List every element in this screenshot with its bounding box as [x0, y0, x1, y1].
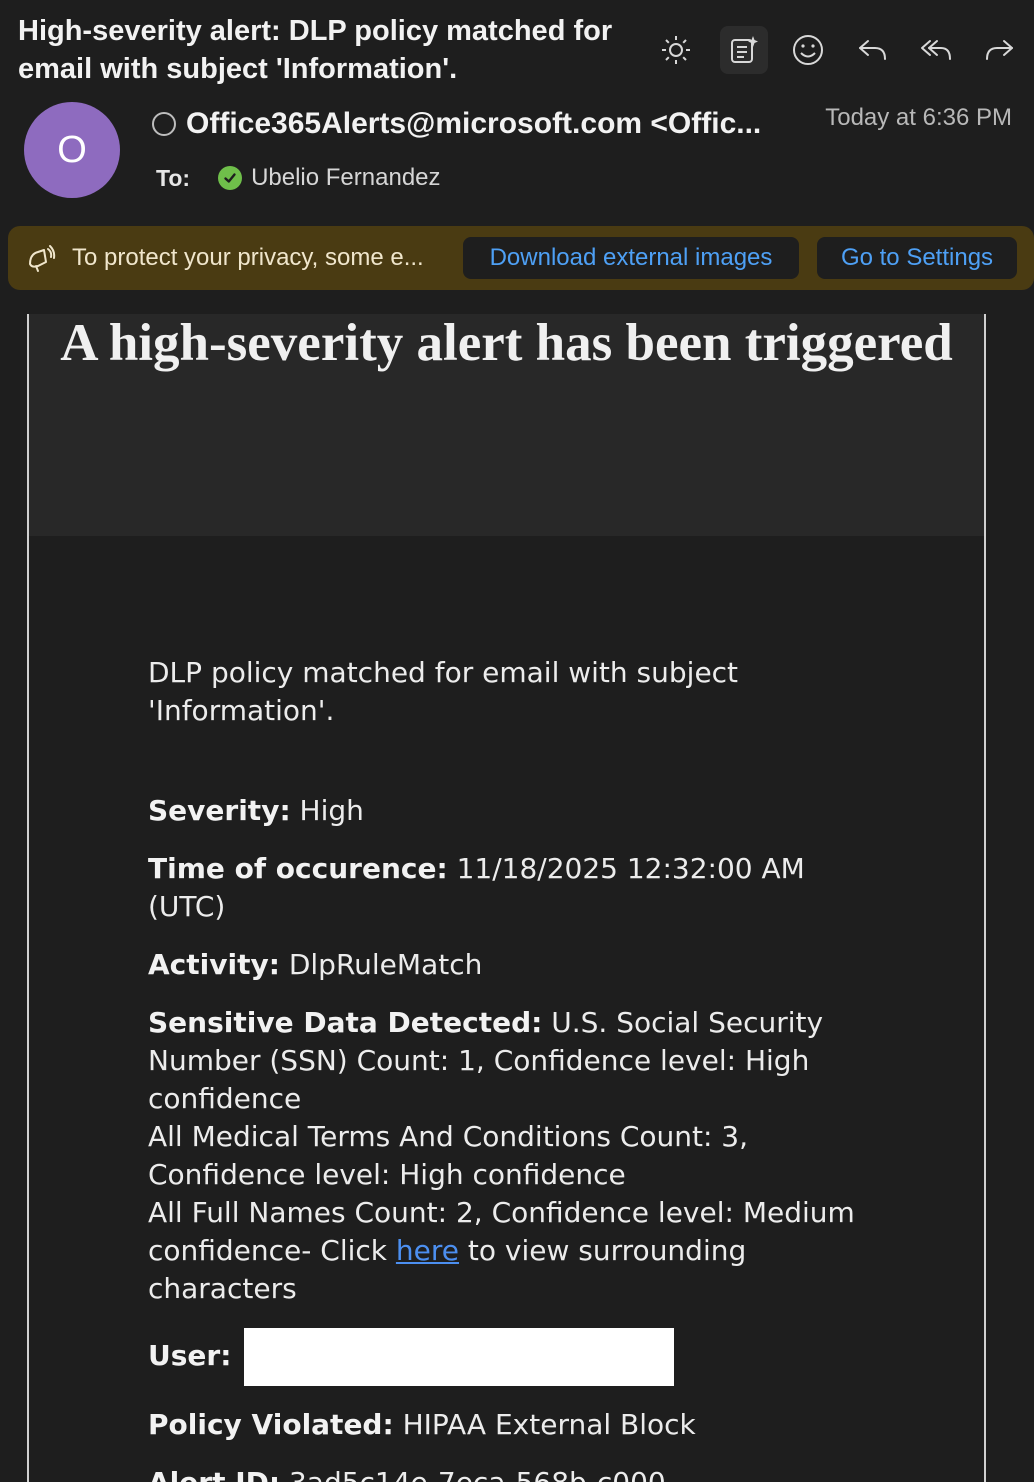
- message-toolbar: [650, 26, 1030, 74]
- message-header: High-severity alert: DLP policy matched …: [0, 0, 1034, 226]
- recipient-name[interactable]: Ubelio Fernandez: [251, 164, 440, 192]
- email-body: A high-severity alert has been triggered…: [27, 314, 986, 1482]
- severity-value: High: [299, 794, 364, 827]
- to-label: To:: [156, 164, 191, 191]
- policy-field: Policy Violated: HIPAA External Block: [148, 1406, 888, 1444]
- alert-id-field: Alert ID: 3ad5c14e-7eca-568b-c000-: [148, 1464, 888, 1482]
- user-label: User:: [148, 1339, 232, 1372]
- view-surrounding-characters-link[interactable]: here: [396, 1234, 459, 1267]
- sender-row: Office365Alerts@microsoft.com <Offic...: [152, 104, 792, 144]
- reply-icon[interactable]: [848, 26, 896, 74]
- status-ring-icon: [152, 112, 176, 136]
- activity-value: DlpRuleMatch: [288, 948, 483, 981]
- redacted-user-value: [244, 1328, 675, 1386]
- privacy-notice-bar: To protect your privacy, some e... Downl…: [8, 226, 1034, 290]
- sender-avatar[interactable]: O: [24, 102, 120, 198]
- recipient-row: To: Ubelio Fernandez: [156, 162, 441, 194]
- policy-value: HIPAA External Block: [402, 1408, 696, 1441]
- message-subject: High-severity alert: DLP policy matched …: [18, 15, 613, 85]
- privacy-shield-icon: [29, 245, 56, 272]
- sender-address[interactable]: Office365Alerts@microsoft.com <Offic...: [186, 107, 761, 141]
- activity-label: Activity:: [148, 948, 280, 981]
- forward-icon[interactable]: [976, 26, 1024, 74]
- download-external-images-button[interactable]: Download external images: [463, 237, 799, 279]
- sensitive-data-label: Sensitive Data Detected:: [148, 1006, 543, 1039]
- brightness-icon[interactable]: [652, 26, 700, 74]
- activity-field: Activity: DlpRuleMatch: [148, 946, 888, 984]
- alert-banner: A high-severity alert has been triggered: [29, 314, 984, 536]
- severity-label: Severity:: [148, 794, 291, 827]
- severity-field: Severity: High: [148, 792, 888, 830]
- alert-details: DLP policy matched for email with subjec…: [148, 654, 888, 1482]
- message-timestamp: Today at 6:36 PM: [825, 104, 1012, 131]
- alert-banner-title: A high-severity alert has been triggered: [60, 314, 953, 372]
- alert-summary: DLP policy matched for email with subjec…: [148, 656, 739, 727]
- alert-id-value[interactable]: 3ad5c14e-7eca-568b-c000-: [289, 1466, 676, 1482]
- alert-id-label: Alert ID:: [148, 1466, 280, 1482]
- policy-label: Policy Violated:: [148, 1408, 394, 1441]
- emoji-icon[interactable]: [784, 26, 832, 74]
- sensitive-data-field: Sensitive Data Detected: U.S. Social Sec…: [148, 1004, 888, 1308]
- sensitive-data-medical: All Medical Terms And Conditions Count: …: [148, 1120, 749, 1191]
- reply-all-icon[interactable]: [912, 26, 960, 74]
- time-label: Time of occurence:: [148, 852, 448, 885]
- go-to-settings-button[interactable]: Go to Settings: [817, 237, 1017, 279]
- privacy-notice-text: To protect your privacy, some e...: [72, 244, 424, 271]
- time-field: Time of occurence: 11/18/2025 12:32:00 A…: [148, 850, 888, 926]
- summarize-icon[interactable]: [720, 26, 768, 74]
- user-field: User:: [148, 1328, 888, 1386]
- verified-check-icon: [218, 166, 243, 190]
